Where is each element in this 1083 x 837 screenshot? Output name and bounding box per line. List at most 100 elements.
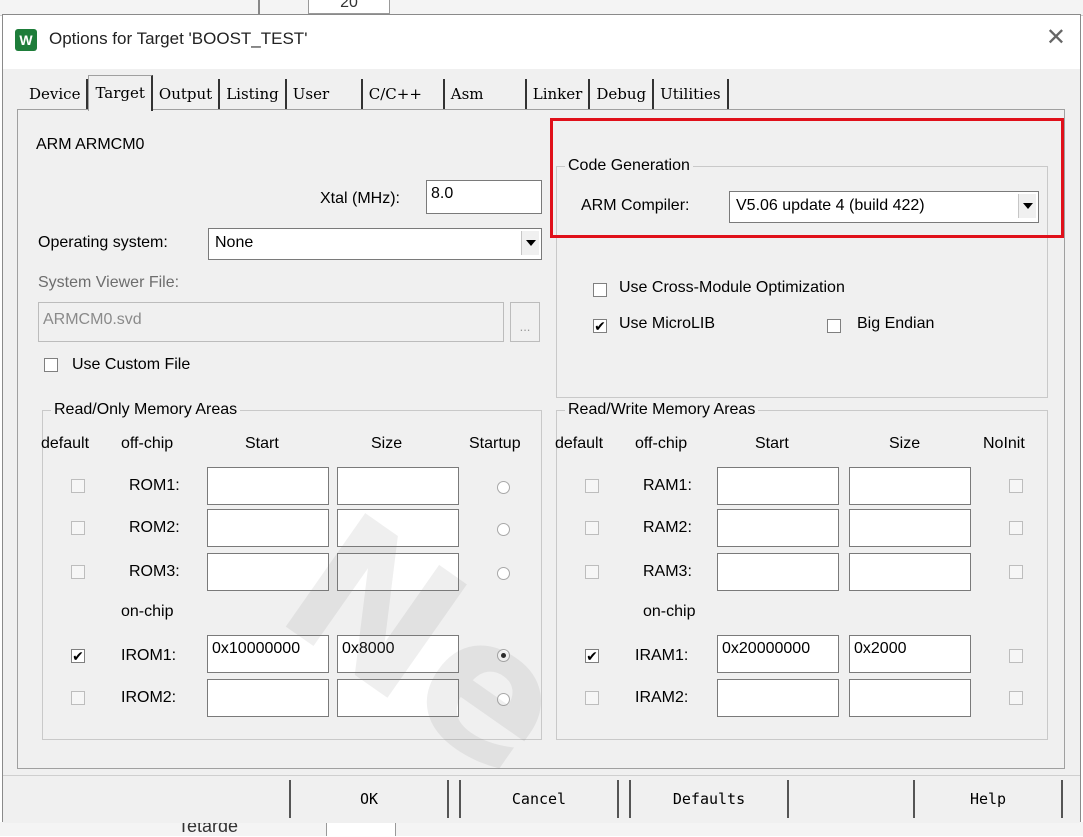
ram1-size-input[interactable] (849, 467, 971, 505)
rom2-label: ROM2: (129, 519, 180, 536)
ro-header-size: Size (371, 435, 403, 452)
tab-output[interactable]: Output (153, 79, 221, 109)
iram1-label: IRAM1: (635, 647, 689, 664)
ro-onchip-label: on-chip (121, 603, 174, 620)
irom2-label: IROM2: (121, 689, 177, 706)
iram2-default-checkbox[interactable] (585, 691, 599, 705)
ram2-default-checkbox[interactable] (585, 521, 599, 535)
iram1-noinit-checkbox[interactable] (1009, 649, 1023, 663)
rw-onchip-label: on-chip (643, 603, 696, 620)
irom1-startup-radio[interactable] (497, 649, 510, 662)
defaults-button[interactable]: Defaults (629, 780, 789, 818)
ro-memory-title: Read/Only Memory Areas (51, 401, 241, 419)
irom2-start-input[interactable] (207, 679, 329, 717)
ram3-default-checkbox[interactable] (585, 565, 599, 579)
iram1-default-checkbox[interactable]: ✔ (585, 649, 599, 663)
ram3-label: RAM3: (643, 563, 692, 580)
rom1-default-checkbox[interactable] (71, 479, 85, 493)
tab-utilities[interactable]: Utilities (654, 79, 729, 109)
rom2-start-input[interactable] (207, 509, 329, 547)
tab-debug[interactable]: Debug (590, 79, 655, 109)
ro-header-start: Start (245, 435, 279, 452)
ro-header-default: default (41, 435, 90, 452)
help-button[interactable]: Help (913, 780, 1063, 818)
rw-memory-title: Read/Write Memory Areas (565, 401, 759, 419)
ram3-start-input[interactable] (717, 553, 839, 591)
ram3-size-input[interactable] (849, 553, 971, 591)
iram2-size-input[interactable] (849, 679, 971, 717)
rom3-default-checkbox[interactable] (71, 565, 85, 579)
rom1-start-input[interactable] (207, 467, 329, 505)
ram2-start-input[interactable] (717, 509, 839, 547)
rw-header-default: default (555, 435, 604, 452)
ram1-default-checkbox[interactable] (585, 479, 599, 493)
background-window-bottom: Tetarde (0, 816, 1083, 836)
tab-device[interactable]: Device (23, 79, 89, 109)
ram2-size-input[interactable] (849, 509, 971, 547)
xtal-label: Xtal (MHz): (320, 190, 400, 207)
rom3-start-input[interactable] (207, 553, 329, 591)
ram2-label: RAM2: (643, 519, 692, 536)
title-bar[interactable]: W Options for Target 'BOOST_TEST' ✕ (3, 15, 1080, 69)
tab-target[interactable]: Target (88, 75, 153, 111)
cross-module-checkbox[interactable] (593, 283, 607, 297)
ram1-start-input[interactable] (717, 467, 839, 505)
big-endian-checkbox[interactable] (827, 319, 841, 333)
cross-module-label: Use Cross-Module Optimization (619, 279, 845, 296)
xtal-input[interactable]: 8.0 (426, 180, 542, 214)
tab-cpp[interactable]: C/C++ (363, 79, 445, 109)
rom2-startup-radio[interactable] (497, 523, 510, 536)
rom1-startup-radio[interactable] (497, 481, 510, 494)
target-tab-page: ARM ARMCM0 Xtal (MHz): 8.0 Operating sys… (17, 109, 1065, 769)
background-number-field: 20 (308, 0, 390, 14)
irom1-start-input[interactable]: 0x10000000 (207, 635, 329, 673)
rom1-size-input[interactable] (337, 467, 459, 505)
ram2-noinit-checkbox[interactable] (1009, 521, 1023, 535)
device-name: ARM ARMCM0 (36, 136, 145, 153)
iram1-start-input[interactable]: 0x20000000 (717, 635, 839, 673)
rw-header-start: Start (755, 435, 789, 452)
irom1-default-checkbox[interactable]: ✔ (71, 649, 85, 663)
os-select[interactable]: None (208, 228, 542, 260)
use-custom-file-checkbox[interactable] (44, 358, 58, 372)
ram1-noinit-checkbox[interactable] (1009, 479, 1023, 493)
iram1-size-input[interactable]: 0x2000 (849, 635, 971, 673)
svf-browse-button: ... (510, 302, 540, 342)
irom2-default-checkbox[interactable] (71, 691, 85, 705)
ram3-noinit-checkbox[interactable] (1009, 565, 1023, 579)
iram2-start-input[interactable] (717, 679, 839, 717)
rw-header-noinit: NoInit (983, 435, 1025, 452)
rom2-default-checkbox[interactable] (71, 521, 85, 535)
irom2-startup-radio[interactable] (497, 693, 510, 706)
cancel-button[interactable]: Cancel (459, 780, 619, 818)
iram2-noinit-checkbox[interactable] (1009, 691, 1023, 705)
tab-listing[interactable]: Listing (220, 79, 287, 109)
use-custom-file-label: Use Custom File (72, 356, 191, 373)
irom2-size-input[interactable] (337, 679, 459, 717)
rom3-size-input[interactable] (337, 553, 459, 591)
tab-linker[interactable]: Linker (527, 79, 591, 109)
svf-input: ARMCM0.svd (38, 302, 504, 342)
rw-header-offchip: off-chip (635, 435, 688, 452)
microlib-checkbox[interactable]: ✔ (593, 319, 607, 333)
rom2-size-input[interactable] (337, 509, 459, 547)
ro-header-offchip: off-chip (121, 435, 174, 452)
ok-button[interactable]: OK (289, 780, 449, 818)
iram2-label: IRAM2: (635, 689, 689, 706)
tab-user[interactable]: User (287, 79, 363, 109)
os-value: None (215, 234, 254, 251)
chevron-down-icon[interactable] (521, 231, 539, 255)
window-title: Options for Target 'BOOST_TEST' (49, 29, 308, 48)
os-label: Operating system: (38, 234, 168, 251)
irom1-size-input[interactable]: 0x8000 (337, 635, 459, 673)
ram1-label: RAM1: (643, 477, 692, 494)
close-icon[interactable]: ✕ (1046, 23, 1066, 53)
rom3-startup-radio[interactable] (497, 567, 510, 580)
options-dialog: W Options for Target 'BOOST_TEST' ✕ Devi… (2, 14, 1081, 823)
big-endian-label: Big Endian (857, 315, 935, 332)
ro-memory-group: Read/Only Memory Areas default off-chip … (41, 401, 542, 740)
rom3-label: ROM3: (129, 563, 180, 580)
irom1-label: IROM1: (121, 647, 177, 664)
svf-label: System Viewer File: (38, 274, 180, 291)
tab-asm[interactable]: Asm (445, 79, 527, 109)
